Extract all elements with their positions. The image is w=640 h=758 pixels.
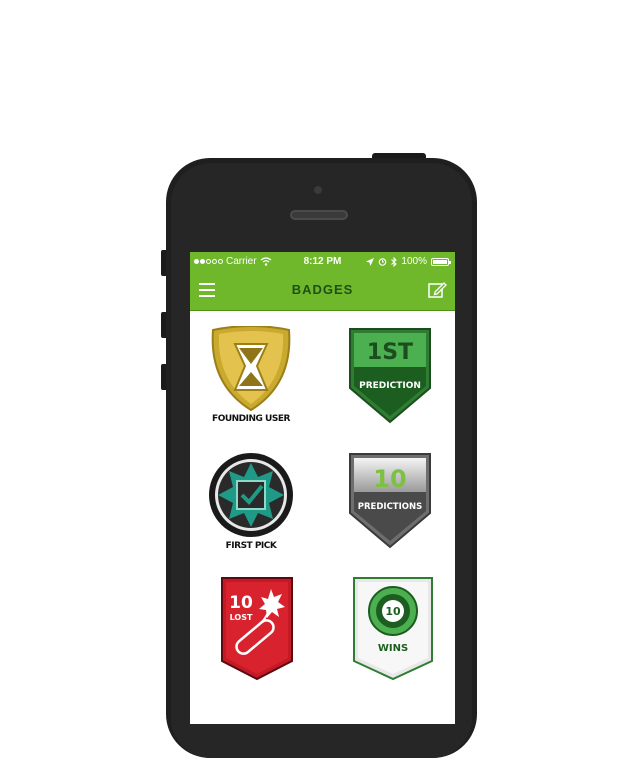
badge-ten-predictions[interactable]: 10 PREDICTIONS	[340, 451, 440, 571]
bluetooth-icon	[391, 256, 398, 267]
checkbox-starburst-icon	[209, 453, 293, 537]
compose-icon[interactable]	[427, 280, 447, 300]
badge-bottom-text: PREDICTIONS	[358, 502, 422, 512]
battery-icon	[431, 257, 451, 266]
badge-label: FOUNDING USER	[212, 414, 290, 424]
badge-bottom-text: WINS	[378, 643, 408, 654]
badge-top-text: 10	[229, 593, 253, 613]
battery-percent: 100%	[401, 256, 427, 267]
badge-ten-wins[interactable]: 10 WINS	[343, 575, 443, 695]
dynamite-pennant-icon: 10 LOST	[221, 577, 293, 681]
front-camera	[314, 186, 322, 194]
badge-bottom-text: PREDICTION	[359, 381, 421, 391]
badge-founding-user[interactable]: FOUNDING USER	[201, 326, 301, 446]
battery-level	[433, 259, 447, 264]
badge-bottom-text: LOST	[230, 613, 253, 622]
badge-top-text: 10	[373, 465, 406, 493]
status-bar: Carrier 8:12 PM 100%	[190, 252, 455, 272]
badge-top-text: 10	[385, 605, 401, 618]
badge-first-prediction[interactable]: 1ST PREDICTION	[340, 326, 440, 446]
badge-label: FIRST PICK	[225, 541, 277, 551]
alarm-clock-icon	[379, 258, 387, 266]
page-title: BADGES	[291, 282, 354, 297]
status-right: 100%	[366, 256, 451, 267]
badges-grid: FOUNDING USER 1ST PREDICTION FIRST PICK …	[190, 311, 455, 724]
app-screen: Carrier 8:12 PM 100% BADGES FOUNDING USE…	[190, 252, 455, 724]
location-arrow-icon	[366, 257, 375, 266]
badge-ten-lost[interactable]: 10 LOST	[207, 575, 307, 695]
green-shield-icon: 1ST PREDICTION	[349, 328, 431, 424]
target-pennant-icon: 10 WINS	[353, 577, 433, 681]
badge-top-text: 1ST	[367, 340, 413, 365]
navigation-bar: BADGES	[190, 272, 455, 311]
earpiece-speaker	[290, 210, 348, 220]
silver-shield-icon: 10 PREDICTIONS	[349, 453, 431, 549]
badge-first-pick[interactable]: FIRST PICK	[201, 451, 301, 571]
hourglass-shield-icon	[211, 326, 291, 412]
